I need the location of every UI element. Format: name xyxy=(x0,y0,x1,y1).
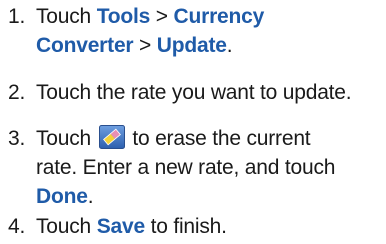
instruction-steps: 1. Touch Tools > Currency Converter > Up… xyxy=(0,0,386,244)
separator: > xyxy=(139,34,152,57)
step-text-fragment: Touch xyxy=(36,5,92,28)
step-number: 4. xyxy=(8,215,26,238)
button-label-done: Done xyxy=(36,185,88,208)
step-text-fragment: Touch xyxy=(36,127,92,150)
step-text: Touch Save to finish. xyxy=(36,212,227,241)
step-number: 3. xyxy=(8,127,26,150)
step-text-fragment: to erase the current xyxy=(132,127,311,150)
step-text-fragment: to finish. xyxy=(150,215,227,238)
step-number: 2. xyxy=(8,81,26,104)
menu-label-converter: Converter xyxy=(36,34,134,57)
period: . xyxy=(226,34,233,57)
step-number: 1. xyxy=(8,5,26,28)
menu-label-tools: Tools xyxy=(96,5,151,28)
separator: > xyxy=(155,5,168,28)
step-text: Touch to erase the current rate. Enter a… xyxy=(36,124,335,211)
button-label-save: Save xyxy=(96,215,145,238)
menu-label-update: Update xyxy=(156,34,227,57)
step-text-line: rate. Enter a new rate, and touch xyxy=(36,156,336,179)
menu-label-currency: Currency xyxy=(173,5,265,28)
erase-icon xyxy=(98,125,125,149)
step-text: Touch the rate you want to update. xyxy=(36,78,352,107)
step-text-line: Touch the rate you want to update. xyxy=(36,81,352,104)
period: . xyxy=(87,185,94,208)
step-text-fragment: Touch xyxy=(36,215,92,238)
step-text: Touch Tools > Currency Converter > Updat… xyxy=(36,2,264,60)
